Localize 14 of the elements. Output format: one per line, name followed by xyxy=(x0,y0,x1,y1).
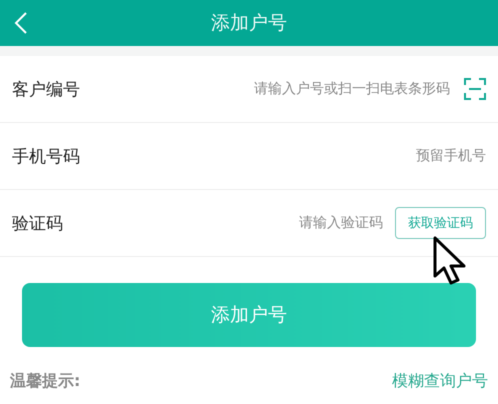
scan-icon[interactable] xyxy=(464,78,486,100)
page-title: 添加户号 xyxy=(211,11,287,36)
input-field[interactable]: 请输入户号或扫一扫电表条形码 xyxy=(122,81,450,97)
add-button[interactable]: 添加户号 xyxy=(22,283,476,347)
pointer-cursor-icon xyxy=(432,236,468,286)
fuzzy-search-link[interactable]: 模糊查询户号 xyxy=(392,371,488,392)
back-icon[interactable] xyxy=(14,11,28,35)
tip-title: 温馨提示: xyxy=(10,371,80,392)
field-label: 验证码 xyxy=(12,212,64,234)
field-label: 客户编号 xyxy=(12,78,81,100)
input-field[interactable]: 预留手机号 xyxy=(122,148,486,164)
field-label: 手机号码 xyxy=(12,146,81,168)
input-field[interactable]: 请输入验证码 xyxy=(122,215,383,231)
get-code-button[interactable]: 获取验证码 xyxy=(395,207,486,239)
